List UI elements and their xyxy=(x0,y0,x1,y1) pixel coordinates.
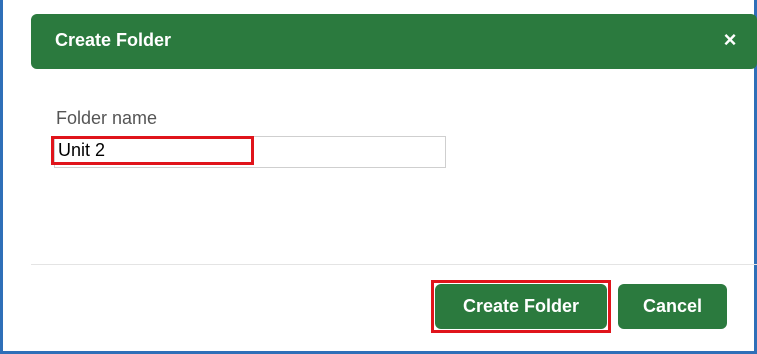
dialog-title: Create Folder xyxy=(55,30,172,50)
highlight-box-create-button xyxy=(431,280,611,333)
dialog-frame: Create Folder × Folder name Unit 2 Creat… xyxy=(0,0,757,354)
cancel-button[interactable]: Cancel xyxy=(618,284,727,329)
close-icon[interactable]: × xyxy=(719,27,741,53)
dialog-header: Create Folder × xyxy=(31,14,757,69)
folder-name-label: Folder name xyxy=(56,108,158,128)
highlight-box-input xyxy=(51,136,254,165)
footer-divider xyxy=(31,264,757,265)
